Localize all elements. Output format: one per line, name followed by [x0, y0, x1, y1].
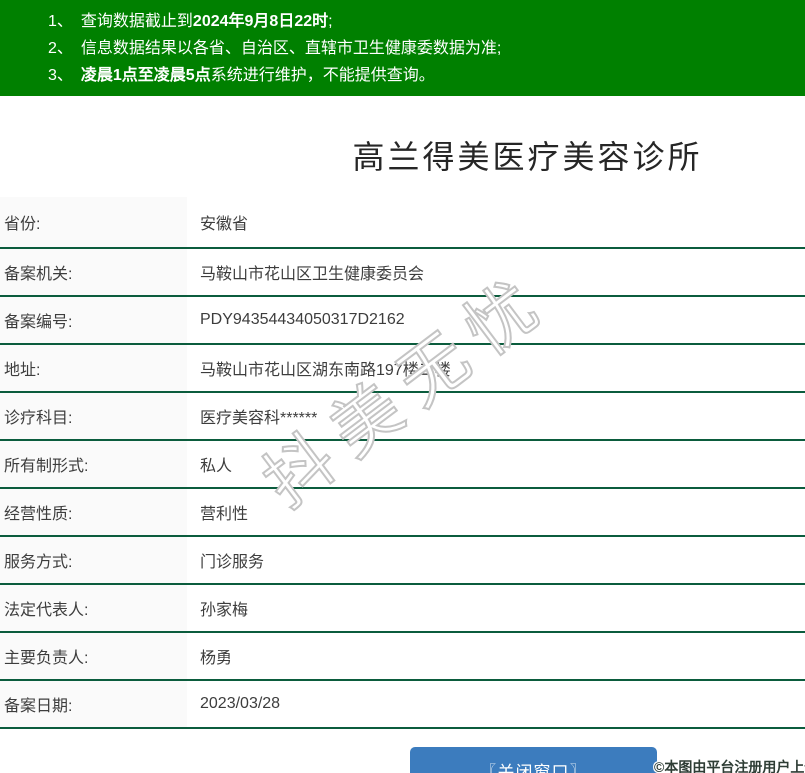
table-row-ownership: 所有制形式: 私人	[0, 441, 805, 489]
row-label: 备案日期:	[0, 681, 187, 727]
row-label: 法定代表人:	[0, 585, 187, 631]
notice-text: 系统进行维护，不能提供查询。	[210, 67, 435, 84]
record-page: 1、 查询数据截止到2024年9月8日22时; 2、 信息数据结果以各省、自治区、直…	[0, 0, 805, 773]
upload-credit-text: ©本图由平台注册用户上传	[654, 759, 805, 773]
row-label: 地址:	[0, 345, 187, 391]
notice-text-bold: 凌晨1点至凌晨5点	[80, 67, 211, 84]
row-value: 营利性	[200, 506, 249, 523]
row-label: 经营性质:	[0, 489, 187, 535]
row-value: 马鞍山市花山区卫生健康委员会	[200, 266, 425, 283]
notice-text: 查询数据截止到	[80, 13, 193, 30]
row-value: 孙家梅	[200, 602, 249, 619]
row-value: 安徽省	[200, 216, 249, 233]
row-label: 主要负责人:	[0, 633, 187, 679]
table-row-province: 省份: 安徽省	[0, 197, 805, 249]
table-row-departments: 诊疗科目: 医疗美容科******	[0, 393, 805, 441]
row-label: 所有制形式:	[0, 441, 187, 487]
notice-number: 3、	[48, 67, 73, 84]
row-label: 备案机关:	[0, 249, 187, 295]
notice-text-bold: 2024年9月8日22时	[192, 13, 329, 30]
table-row-address: 地址: 马鞍山市花山区湖东南路197楼二楼	[0, 345, 805, 393]
notice-text: ;	[328, 13, 333, 30]
notice-number: 1、	[48, 13, 73, 30]
table-row-service-mode: 服务方式: 门诊服务	[0, 537, 805, 585]
row-value: 2023/03/28	[200, 695, 281, 712]
notice-line-3: 3、 凌晨1点至凌晨5点系统进行维护，不能提供查询。	[48, 62, 795, 89]
footer: 〖关闭窗口〗 ©本图由平台注册用户上传	[0, 729, 805, 773]
record-table: 省份: 安徽省 备案机关: 马鞍山市花山区卫生健康委员会 备案编号: PDY94…	[0, 197, 805, 729]
row-label: 诊疗科目:	[0, 393, 187, 439]
notice-line-1: 1、 查询数据截止到2024年9月8日22时;	[48, 8, 795, 35]
notice-number: 2、	[48, 40, 73, 57]
row-value: 医疗美容科******	[200, 410, 318, 427]
row-label: 备案编号:	[0, 297, 187, 343]
row-value: 门诊服务	[200, 554, 265, 571]
notice-text: 信息数据结果以各省、自治区、直辖市卫生健康委数据为准;	[80, 40, 502, 57]
row-value: 马鞍山市花山区湖东南路197楼二楼	[200, 362, 451, 379]
table-row-filing-number: 备案编号: PDY94354434050317D2162	[0, 297, 805, 345]
notice-banner: 1、 查询数据截止到2024年9月8日22时; 2、 信息数据结果以各省、自治区、直…	[0, 0, 805, 96]
table-row-person-in-charge: 主要负责人: 杨勇	[0, 633, 805, 681]
table-row-operation-nature: 经营性质: 营利性	[0, 489, 805, 537]
row-label: 省份:	[0, 197, 187, 247]
notice-line-2: 2、 信息数据结果以各省、自治区、直辖市卫生健康委数据为准;	[48, 35, 795, 62]
row-value: 私人	[200, 458, 233, 475]
page-title: 高兰得美医疗美容诊所	[352, 139, 703, 175]
row-value: PDY94354434050317D2162	[200, 311, 405, 328]
table-row-filing-authority: 备案机关: 马鞍山市花山区卫生健康委员会	[0, 249, 805, 297]
row-label: 服务方式:	[0, 537, 187, 583]
row-value: 杨勇	[200, 650, 233, 667]
table-row-legal-representative: 法定代表人: 孙家梅	[0, 585, 805, 633]
close-window-button[interactable]: 〖关闭窗口〗	[410, 747, 657, 773]
table-row-filing-date: 备案日期: 2023/03/28	[0, 681, 805, 729]
